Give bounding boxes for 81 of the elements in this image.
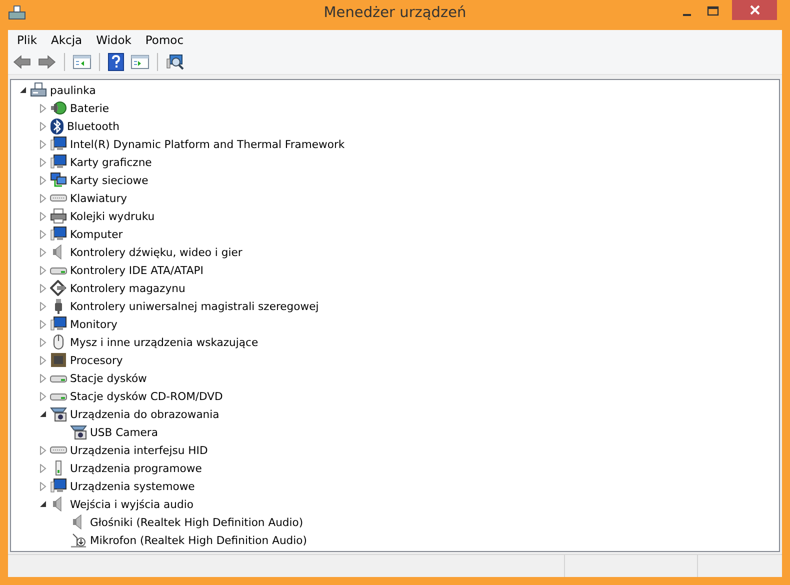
tree-item[interactable]: Komputer [70,228,123,240]
expand-arrow[interactable] [37,173,49,187]
expand-arrow[interactable] [37,317,49,331]
monitor-icon [50,226,67,242]
right-arrow-icon [38,54,56,68]
printer-icon [50,208,67,224]
tree-item[interactable]: Stacje dysków CD-ROM/DVD [70,390,223,402]
menu-item[interactable]: Pomoc [138,32,191,46]
tree-item[interactable]: Urządzenia interfejsu HID [70,444,208,456]
camera-icon [50,406,67,422]
panel-button[interactable] [70,52,94,70]
panel-icon [73,54,91,68]
expand-arrow[interactable] [37,101,49,115]
tree-item[interactable]: Urządzenia do obrazowania [70,408,220,420]
expand-arrow[interactable] [37,119,49,133]
battery-plug-icon [50,100,67,116]
tree-item[interactable]: Wejścia i wyjścia audio [70,498,194,510]
triangle-icon [39,410,47,418]
monitor-icon [50,316,67,332]
menu-item[interactable]: Widok [89,32,138,46]
expand-arrow[interactable] [37,299,49,313]
tree-item[interactable]: Głośniki (Realtek High Definition Audio) [90,516,304,528]
triangle-icon [19,86,27,94]
tree-item[interactable]: Karty sieciowe [70,174,148,186]
expand-arrow[interactable] [37,209,49,223]
camera-icon [70,424,87,440]
expand-arrow[interactable] [37,245,49,259]
expand-arrow[interactable] [37,335,49,349]
tree-item[interactable]: Bluetooth [67,120,120,132]
expand-arrow[interactable] [37,227,49,241]
tree-item[interactable]: Intel(R) Dynamic Platform and Thermal Framework [70,138,345,150]
expand-arrow[interactable] [37,191,49,205]
tree-item[interactable]: paulinka [50,84,96,96]
help-button[interactable] [105,50,127,72]
close-icon [750,5,760,15]
computer-icon [8,5,26,21]
triangle-icon [39,500,47,508]
tree-item[interactable]: Procesory [70,354,123,366]
maximize-icon [707,6,719,16]
tree-item[interactable]: Urządzenia programowe [70,462,202,474]
expand-arrow[interactable] [37,443,49,457]
storage-icon [50,280,67,296]
expand-arrow[interactable] [37,461,49,475]
expand-arrow[interactable] [37,281,49,295]
processor-icon [50,352,67,368]
expand-arrow[interactable] [37,353,49,367]
tree-item[interactable]: Kontrolery IDE ATA/ATAPI [70,264,204,276]
tree-item[interactable]: Kontrolery dźwięku, wideo i gier [70,246,242,258]
tree-item[interactable]: Urządzenia systemowe [70,480,195,492]
monitor-search-icon [166,54,184,70]
expand-arrow[interactable] [37,263,49,277]
expand-arrow[interactable] [37,137,49,151]
network-icon [50,172,67,188]
tree-item[interactable]: Klawiatury [70,192,128,204]
monitor-icon [50,136,67,152]
tree-item[interactable]: Stacje dysków [70,372,147,384]
tree-item[interactable]: Kolejki wydruku [70,210,155,222]
microphone-icon [70,532,87,548]
help-icon [108,52,124,70]
window-title: Menedżer urządzeń [324,5,466,21]
expand-arrow[interactable] [37,371,49,385]
tree-item[interactable]: Karty graficzne [70,156,152,168]
monitor-icon [50,154,67,170]
bluetooth-icon [50,118,64,134]
tree-item[interactable]: Kontrolery uniwersalnej magistrali szeregowej [70,300,319,312]
monitor-icon [50,478,67,494]
expand-arrow[interactable] [37,155,49,169]
computer-icon [30,82,47,98]
minimize-icon [683,14,691,16]
menu-item[interactable]: Akcja [44,32,90,46]
tree-item[interactable]: USB Camera [90,426,158,438]
tree-item[interactable]: Baterie [70,102,109,114]
left-arrow-icon [13,54,31,68]
tree-item[interactable]: Kontrolery magazynu [70,282,186,294]
close-button[interactable] [732,0,777,20]
panel-button[interactable] [128,52,152,70]
menu-item[interactable]: Plik [10,32,44,46]
tree-item[interactable]: Monitory [70,318,118,330]
panel-icon [131,54,149,68]
tree-item[interactable]: Mysz i inne urządzenia wskazujące [70,336,258,348]
tree-item[interactable]: Mikrofon (Realtek High Definition Audio) [90,534,307,546]
